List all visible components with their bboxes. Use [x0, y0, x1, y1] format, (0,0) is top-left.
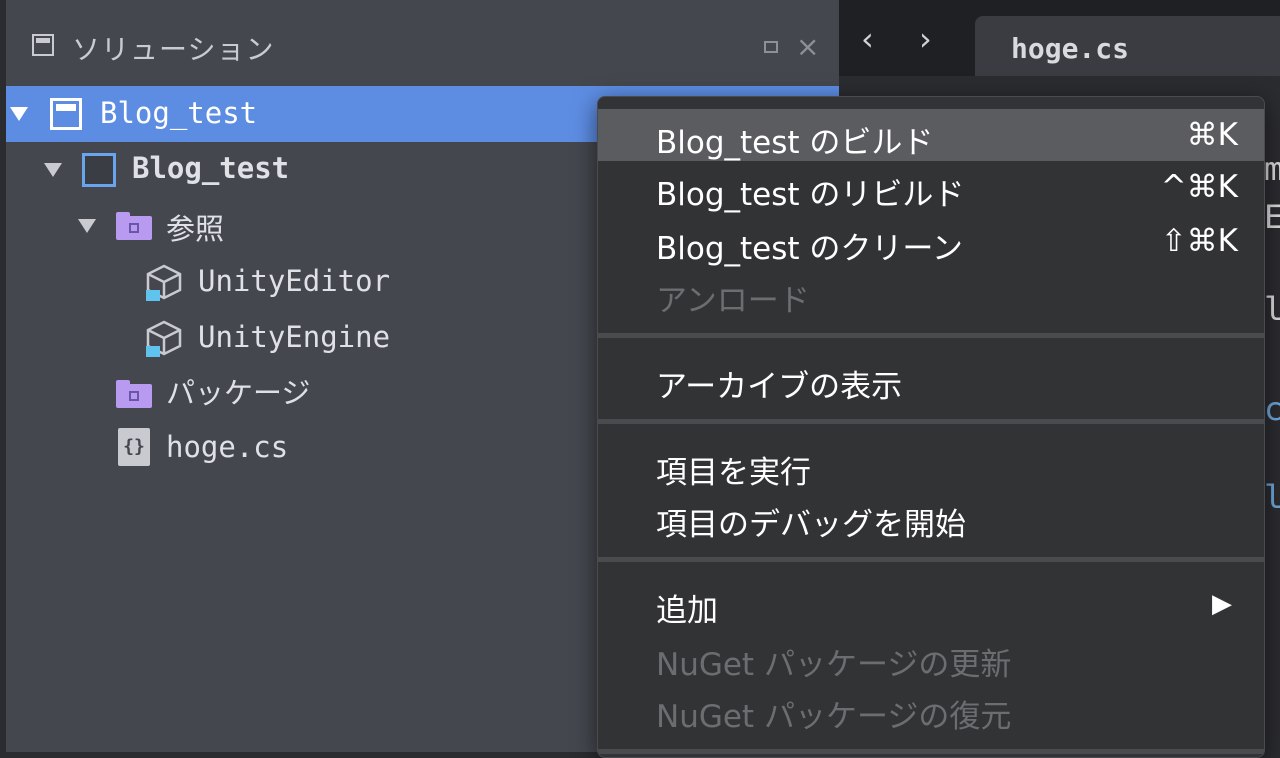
menu-item-start-debugging[interactable]: 項目のデバッグを開始 [598, 491, 1264, 543]
expand-arrow-icon[interactable] [78, 219, 96, 233]
solution-icon [50, 98, 82, 130]
menu-item-clean[interactable]: Blog_test のクリーン ⇧⌘K [598, 215, 1264, 267]
tree-label-packages: パッケージ [166, 376, 311, 410]
tab-label: hoge.cs [1011, 32, 1130, 65]
menu-item-unload: アンロード [598, 267, 1264, 319]
menu-item-add[interactable]: 追加 ▶ [598, 577, 1264, 629]
tree-label-hoge-cs: hoge.cs [166, 430, 289, 464]
menu-item-build[interactable]: Blog_test のビルド ⌘K [598, 109, 1264, 161]
solution-pad-title: ソリューション [72, 33, 275, 66]
menu-item-nuget-restore: NuGet パッケージの復元 [598, 683, 1264, 735]
code-fragment: l [1264, 290, 1280, 328]
project-icon [82, 153, 116, 187]
tree-label-unityeditor: UnityEditor [198, 264, 391, 298]
menu-item-label: NuGet パッケージの更新 [656, 647, 1012, 683]
nav-back-icon[interactable]: ‹ [861, 20, 874, 58]
menu-separator [598, 333, 1264, 338]
menu-item-label: アンロード [656, 283, 810, 319]
solution-pad-header: ソリューション × [6, 0, 839, 86]
packages-folder-icon [116, 380, 152, 408]
menu-item-shortcut: ^⌘K [1160, 169, 1238, 205]
code-fragment: l [1264, 478, 1280, 516]
nav-forward-icon[interactable]: › [919, 20, 932, 58]
menu-item-shortcut: ⌘K [1186, 117, 1238, 153]
close-icon[interactable]: × [796, 30, 819, 64]
code-fragment: E [1264, 198, 1280, 236]
tree-label-references: 参照 [166, 212, 225, 246]
menu-item-nuget-update: NuGet パッケージの更新 [598, 631, 1264, 683]
menu-item-run[interactable]: 項目を実行 [598, 439, 1264, 491]
menu-item-label: 追加 [656, 593, 718, 629]
code-fragment: c [1264, 390, 1280, 428]
pad-window-icon [32, 34, 54, 56]
assembly-reference-icon [146, 264, 182, 301]
menu-item-rebuild[interactable]: Blog_test のリビルド ^⌘K [598, 161, 1264, 213]
expand-arrow-icon[interactable] [10, 107, 28, 121]
tree-label-project: Blog_test [132, 151, 290, 185]
menu-item-label: NuGet パッケージの復元 [656, 699, 1012, 735]
tab-hoge-cs[interactable]: hoge.cs [975, 16, 1280, 78]
csharp-file-icon: {} [118, 428, 150, 466]
menu-item-label: Blog_test のリビルド [656, 177, 965, 213]
references-folder-icon [116, 212, 152, 240]
menu-item-label: Blog_test のクリーン [656, 231, 963, 267]
submenu-arrow-icon: ▶ [1212, 589, 1232, 619]
menu-separator [598, 419, 1264, 424]
menu-separator [598, 557, 1264, 562]
maximize-icon[interactable] [764, 41, 778, 53]
menu-item-label: アーカイブの表示 [656, 369, 903, 405]
menu-item-label: Blog_test のビルド [656, 125, 934, 161]
assembly-reference-icon [146, 320, 182, 357]
menu-item-label: 項目を実行 [656, 455, 811, 491]
code-fragment: m [1264, 150, 1280, 188]
menu-item-shortcut: ⇧⌘K [1160, 223, 1238, 259]
context-menu: Blog_test のビルド ⌘K Blog_test のリビルド ^⌘K Bl… [597, 96, 1265, 758]
menu-item-show-archive[interactable]: アーカイブの表示 [598, 353, 1264, 405]
menu-item-label: 項目のデバッグを開始 [656, 507, 966, 543]
tree-label-unityengine: UnityEngine [198, 320, 391, 354]
expand-arrow-icon[interactable] [44, 163, 62, 177]
tree-label-solution: Blog_test [100, 96, 258, 130]
